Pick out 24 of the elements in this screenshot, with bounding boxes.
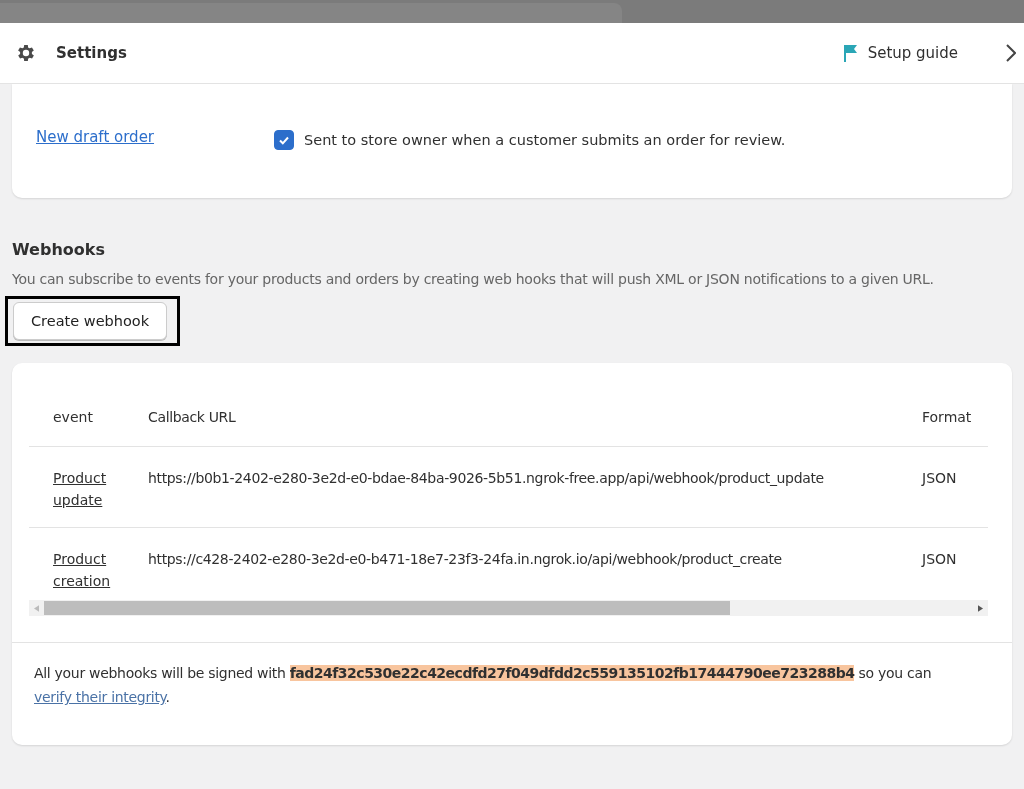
column-header: Format [922, 408, 973, 427]
settings-icon [15, 42, 37, 64]
notification-link[interactable]: New draft order [36, 128, 274, 146]
table-cell-text: JSON [922, 469, 958, 488]
table-cell-text: https://b0b1-2402-e280-3e2d-e0-bdae-84ba-9026-5b51.ngrok-free.app/api/webhook/product_update [148, 469, 825, 488]
table-cell-text: https://c428-2402-e280-3e2d-e0-b471-18e7-23f3-24fa.in.ngrok.io/api/webhook/product_create [148, 550, 783, 569]
create-webhook-button[interactable]: Create webhook [13, 302, 168, 340]
section-title: Webhooks [12, 240, 106, 260]
event-link[interactable]: Product creation [53, 548, 148, 592]
chevron-right-icon[interactable] [1006, 44, 1016, 62]
table-cell-text: JSON [922, 550, 958, 569]
scroll-right-icon[interactable] [978, 604, 983, 612]
page-title: Settings [56, 44, 127, 62]
event-link[interactable]: Product update [53, 467, 148, 511]
setup-guide-button[interactable]: Setup guide [842, 44, 958, 62]
horizontal-scrollbar[interactable] [29, 600, 988, 616]
checkbox[interactable] [274, 130, 294, 150]
column-header: event [53, 408, 94, 427]
flag-icon [842, 44, 859, 62]
verify-integrity-link[interactable]: verify their integrity [34, 689, 166, 705]
notification-description: Sent to store owner when a customer submits an order for review. [304, 132, 786, 148]
section-description: You can subscribe to events for your products and orders by creating web hooks that will push XML or JSON notifications to a given URL. [12, 270, 935, 288]
signing-note: All your webhooks will be signed with fad24f32c530e22c42ecdfd27f049dfdd2c559135102fb17444790ee723288b4 so you can verify their integrity. [34, 664, 933, 707]
column-header: Callback URL [148, 408, 237, 427]
